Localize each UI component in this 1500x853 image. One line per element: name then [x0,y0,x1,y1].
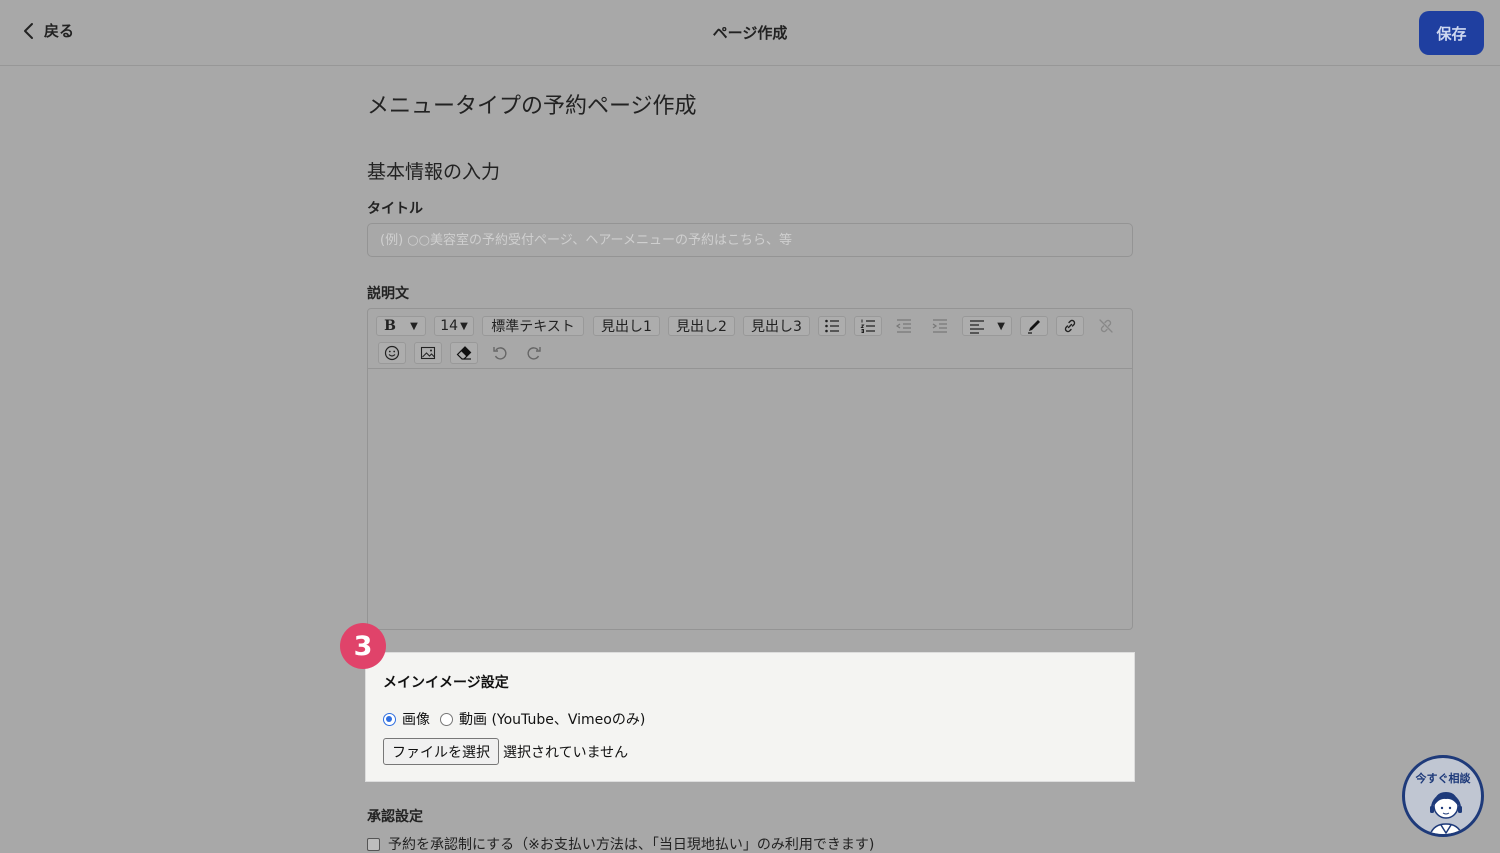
step-number-badge: 3 [340,623,386,669]
smiley-icon [384,345,400,361]
file-upload-row: ファイルを選択 選択されていません [383,738,628,765]
text-color-button[interactable] [1020,316,1048,336]
outdent-button[interactable] [890,316,918,336]
main-heading: メニュータイプの予約ページ作成 [367,94,697,119]
heading3-button[interactable]: 見出し3 [743,316,810,336]
title-input[interactable] [367,223,1133,257]
undo-button[interactable] [486,342,514,364]
redo-button[interactable] [520,342,548,364]
image-radio-label[interactable]: 画像 [402,709,430,729]
image-radio[interactable] [383,712,396,726]
media-type-radio-group: 画像 動画 (YouTube、Vimeoのみ) [383,709,655,729]
save-button[interactable]: 保存 [1419,11,1484,55]
clear-format-button[interactable] [450,342,478,364]
main-image-settings-panel: メインイメージ設定 画像 動画 (YouTube、Vimeoのみ) ファイルを選… [365,652,1135,782]
numbered-list-icon [860,319,875,333]
caret-down-icon: ▼ [460,320,468,332]
undo-icon [493,347,507,360]
font-size-dropdown[interactable]: 14 ▼ [434,316,474,336]
indent-icon [932,319,947,333]
bold-label: B [384,318,396,334]
unlink-button[interactable] [1092,316,1120,336]
bullet-list-button[interactable] [818,316,846,336]
page-title: ページ作成 [712,24,788,42]
unlink-icon [1099,319,1113,333]
align-dropdown[interactable]: ▼ [962,316,1012,336]
heading1-button[interactable]: 見出し1 [593,316,660,336]
section-heading: 基本情報の入力 [367,161,501,183]
image-button[interactable] [414,342,442,364]
bold-dropdown[interactable]: B ▼ [376,316,426,336]
video-radio-label[interactable]: 動画 (YouTube、Vimeoのみ) [459,709,645,729]
font-size-label: 14 [440,318,459,334]
link-button[interactable] [1056,316,1084,336]
redo-icon [527,347,541,360]
rich-text-editor: B ▼ 14 ▼ 標準テキスト 見出し1 見出し2 見出し3 ▼ [367,308,1133,630]
file-status: 選択されていません [503,744,629,761]
normal-text-button[interactable]: 標準テキスト [482,316,584,336]
editor-toolbar: B ▼ 14 ▼ 標準テキスト 見出し1 見出し2 見出し3 ▼ [368,309,1132,369]
pen-icon [1028,320,1040,334]
indent-button[interactable] [926,316,954,336]
emoji-button[interactable] [378,342,406,364]
caret-down-icon: ▼ [410,320,418,332]
description-label: 説明文 [367,286,409,302]
numbered-list-button[interactable] [854,316,882,336]
editor-content-area[interactable] [368,370,1132,629]
approval-label: 承認設定 [367,809,423,825]
outdent-icon [896,319,911,333]
approval-row: 予約を承認制にする（※お支払い方法は、「当日現地払い」のみ利用できます) [367,834,874,853]
approval-checkbox-label[interactable]: 予約を承認制にする（※お支払い方法は、「当日現地払い」のみ利用できます) [388,834,874,853]
heading2-button[interactable]: 見出し2 [668,316,735,336]
top-bar: 戻る ページ作成 保存 [0,0,1500,66]
caret-down-icon: ▼ [997,320,1005,332]
video-radio[interactable] [440,712,453,726]
eraser-icon [456,346,472,360]
main-image-title: メインイメージ設定 [383,675,509,691]
image-icon [420,346,436,360]
link-icon [1064,319,1076,333]
approval-checkbox[interactable] [367,837,380,851]
bullet-list-icon [825,319,839,333]
align-left-icon [970,320,985,334]
operator-avatar-icon [1429,792,1463,834]
consult-chat-button[interactable]: 今すぐ相談 [1402,755,1484,837]
title-label: タイトル [367,201,423,217]
choose-file-button[interactable]: ファイルを選択 [383,738,499,765]
